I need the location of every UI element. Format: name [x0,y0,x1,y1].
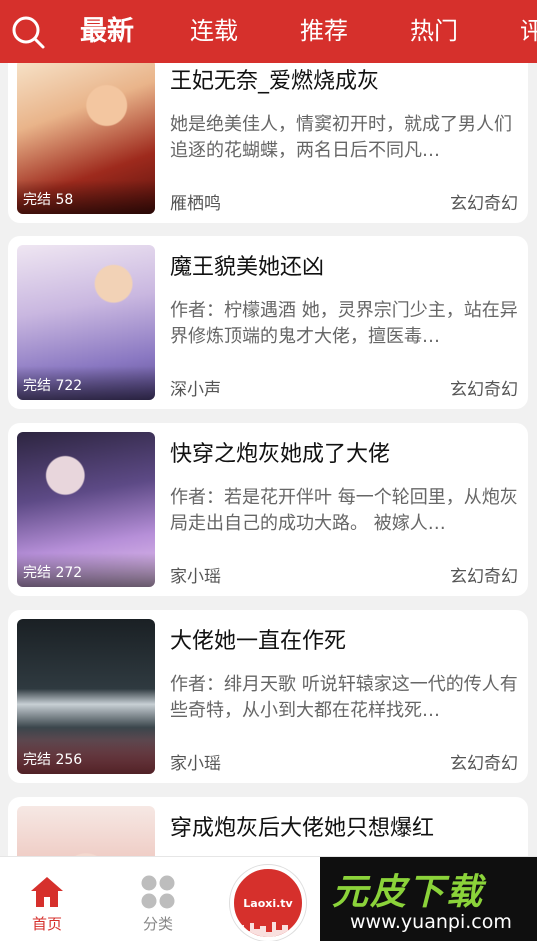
book-title: 大佬她一直在作死 [170,629,347,654]
search-icon [12,16,45,49]
book-author: 深小声 [170,380,221,400]
book-list[interactable]: 完结 58 王妃无奈_爱燃烧成灰 她是绝美佳人，情窦初开时，就成了男人们追逐的花… [0,63,537,856]
watermark-title: 元皮下载 [332,872,485,913]
book-author: 家小瑶 [170,567,221,587]
nav-category[interactable]: 分类 [118,857,198,941]
book-genre: 玄幻奇幻 [450,754,518,774]
bottom-nav-bar: 首页 分类 Laoxi.tv 元皮下载 www.yuanpi.com [0,856,537,941]
book-genre: 玄幻奇幻 [450,194,518,214]
book-status: 完结 272 [23,565,83,581]
city-skyline-icon [234,922,302,937]
top-nav-bar: 最新 连载 推荐 热门 评 [0,0,537,63]
book-cover: 完结 722 [17,245,155,400]
tab-serializing[interactable]: 连载 [190,0,238,63]
watermark-logo: 元皮下载 www.yuanpi.com [320,857,537,941]
book-description: 她是绝美佳人，情窦初开时，就成了男人们追逐的花蝴蝶，两名日后不同凡… [170,114,512,161]
book-title: 王妃无奈_爱燃烧成灰 [170,69,380,94]
book-status: 完结 722 [23,378,83,394]
watermark-url: www.yuanpi.com [350,911,512,933]
search-button[interactable] [10,14,46,50]
book-cover: 完结 256 [17,619,155,774]
book-card[interactable]: 穿成炮灰后大佬她只想爆红 [8,797,528,856]
book-card[interactable]: 完结 256 大佬她一直在作死 作者：绯月天歌 听说轩辕家这一代的传人有些奇特，… [8,610,528,783]
category-grid-icon [141,875,175,909]
book-cover: 完结 272 [17,432,155,587]
nav-home-label: 首页 [31,915,62,933]
book-cover [17,806,155,856]
book-genre: 玄幻奇幻 [450,567,518,587]
tab-latest[interactable]: 最新 [80,0,134,63]
nav-category-label: 分类 [142,915,173,933]
book-author: 家小瑶 [170,754,221,774]
book-status: 完结 256 [23,752,83,768]
tab-recommended[interactable]: 推荐 [300,0,348,63]
home-icon [31,877,63,907]
book-description: 作者：若是花开伴叶 每一个轮回里，从炮灰局走出自己的成功大路。 被嫁人… [170,487,518,534]
book-card[interactable]: 完结 58 王妃无奈_爱燃烧成灰 她是绝美佳人，情窦初开时，就成了男人们追逐的花… [8,63,528,223]
book-description: 作者：绯月天歌 听说轩辕家这一代的传人有些奇特，从小到大都在花样找死… [170,674,518,721]
book-title: 快穿之炮灰她成了大佬 [170,442,391,467]
book-description: 作者：柠檬遇酒 她，灵界宗门少主，站在异界修炼顶端的鬼才大佬，擅医毒… [170,300,518,347]
tab-reviews[interactable]: 评 [520,0,537,63]
book-card[interactable]: 完结 722 魔王貌美她还凶 作者：柠檬遇酒 她，灵界宗门少主，站在异界修炼顶端… [8,236,528,409]
book-cover: 完结 58 [17,63,155,214]
nav-home[interactable]: 首页 [7,857,87,941]
center-logo-text: Laoxi.tv [243,897,293,910]
tab-popular[interactable]: 热门 [410,0,458,63]
book-title: 穿成炮灰后大佬她只想爆红 [170,816,435,841]
center-logo-button[interactable]: Laoxi.tv [230,865,306,941]
book-author: 雁栖鸣 [170,194,221,214]
book-status: 完结 58 [23,192,74,208]
book-genre: 玄幻奇幻 [450,380,518,400]
book-card[interactable]: 完结 272 快穿之炮灰她成了大佬 作者：若是花开伴叶 每一个轮回里，从炮灰局走… [8,423,528,596]
book-title: 魔王貌美她还凶 [170,255,325,280]
